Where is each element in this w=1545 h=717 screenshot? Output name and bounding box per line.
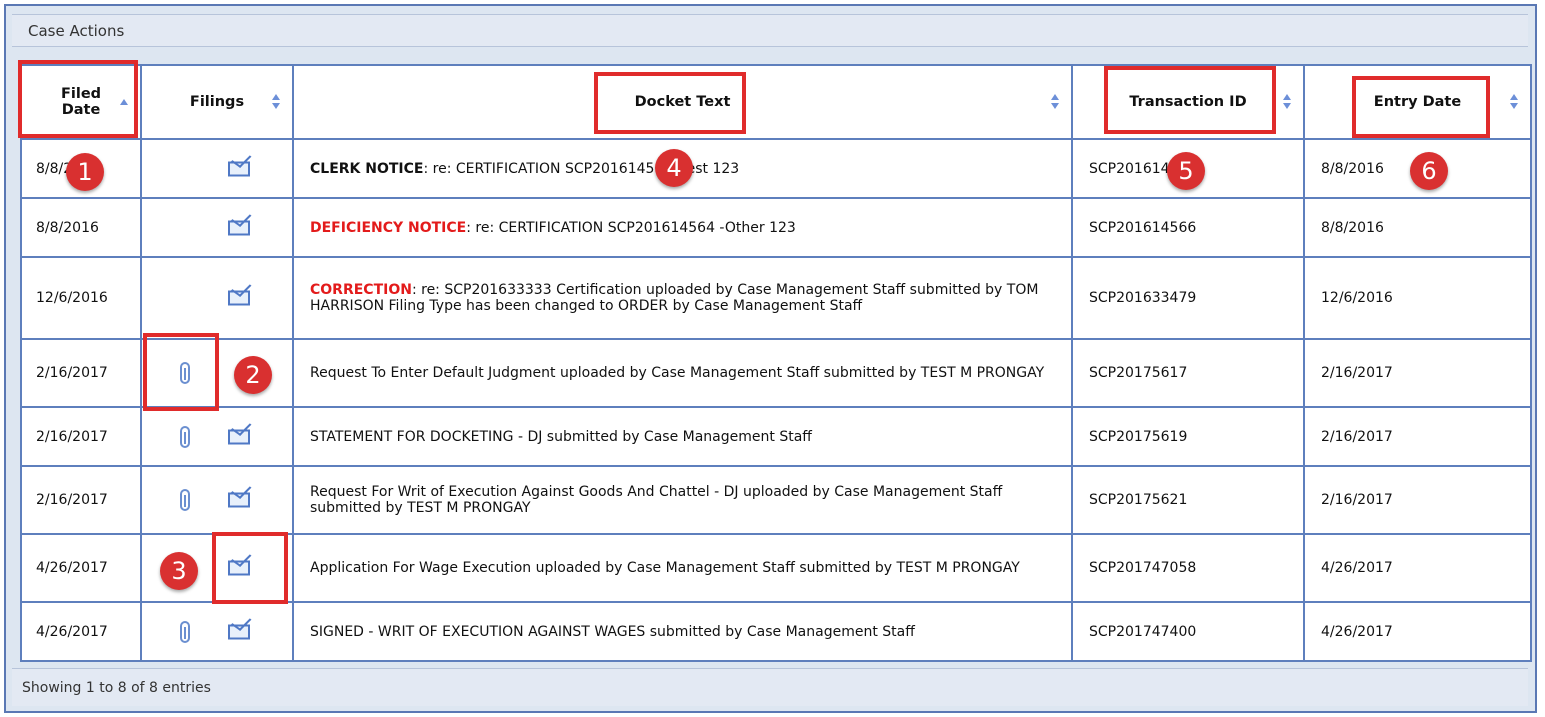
filed-date-cell: 12/6/2016 — [20, 256, 142, 340]
column-header-entry-date[interactable]: Entry Date — [1303, 64, 1532, 140]
sort-ascending-icon[interactable] — [120, 94, 128, 110]
docket-text-cell: Application For Wage Execution uploaded … — [292, 533, 1073, 603]
envelope-notice-icon[interactable] — [228, 220, 250, 235]
envelope-notice-icon[interactable] — [228, 161, 250, 176]
transaction-id-cell: SCP201747400 — [1071, 601, 1305, 662]
sort-icon[interactable] — [1051, 94, 1059, 110]
envelope-notice-icon[interactable] — [228, 492, 250, 508]
envelope-notice-icon[interactable] — [228, 560, 250, 576]
filings-cell — [140, 601, 294, 662]
paperclip-attachment-icon[interactable] — [180, 425, 190, 448]
entry-date-cell: 2/16/2017 — [1303, 338, 1532, 408]
filed-date-cell: 2/16/2017 — [20, 338, 142, 408]
column-header-filings[interactable]: Filings — [140, 64, 294, 140]
docket-notice-type: CORRECTION — [310, 282, 412, 298]
table-row: 12/6/2016 CORRECTION: re: SCP201633333 Ce… — [20, 256, 1532, 340]
table-header-row: Filed Date Filings Docket Text Transactio… — [20, 64, 1532, 140]
filings-cell — [140, 256, 294, 340]
paperclip-attachment-icon[interactable] — [180, 362, 190, 384]
docket-text-cell: Request To Enter Default Judgment upload… — [292, 338, 1073, 408]
transaction-id-cell: SCP20175619 — [1071, 406, 1305, 467]
table-row: 2/16/2017 Request For Writ of Execution A… — [20, 465, 1532, 535]
column-header-filed-date[interactable]: Filed Date — [20, 64, 142, 140]
filings-cell — [140, 465, 294, 535]
filed-date-cell: 4/26/2017 — [20, 533, 142, 603]
docket-notice-type: DEFICIENCY NOTICE — [310, 219, 467, 236]
docket-text: Application For Wage Execution uploaded … — [310, 560, 1020, 576]
entry-date-cell: 4/26/2017 — [1303, 601, 1532, 662]
docket-text: : re: CERTIFICATION SCP201614564 -Other … — [466, 219, 796, 236]
docket-text: STATEMENT FOR DOCKETING - DJ submitted b… — [310, 428, 812, 445]
sort-icon[interactable] — [272, 94, 280, 110]
transaction-id-cell: SCP201614566 — [1071, 197, 1305, 258]
entry-date-cell: 4/26/2017 — [1303, 533, 1532, 603]
callout-badge-1: 1 — [66, 153, 104, 191]
docket-text-cell: SIGNED - WRIT OF EXECUTION AGAINST WAGES… — [292, 601, 1073, 662]
entry-date-cell: 2/16/2017 — [1303, 465, 1532, 535]
filed-date-cell: 8/8/2016 — [20, 197, 142, 258]
filed-date-cell: 2/16/2017 — [20, 465, 142, 535]
paperclip-attachment-icon[interactable] — [180, 620, 190, 643]
docket-text-cell: Request For Writ of Execution Against Go… — [292, 465, 1073, 535]
table-row: 4/26/2017 Application For Wage Execution … — [20, 533, 1532, 603]
callout-badge-2: 2 — [234, 356, 272, 394]
sort-icon[interactable] — [1510, 94, 1518, 110]
filings-cell — [140, 197, 294, 258]
docket-text-cell: CORRECTION: re: SCP201633333 Certificati… — [292, 256, 1073, 340]
docket-text: SIGNED - WRIT OF EXECUTION AGAINST WAGES… — [310, 623, 915, 640]
filed-date-label: Filed Date — [60, 86, 102, 118]
callout-badge-3: 3 — [160, 552, 198, 590]
paperclip-attachment-icon[interactable] — [180, 489, 190, 511]
column-header-docket-text[interactable]: Docket Text — [292, 64, 1073, 140]
table-info: Showing 1 to 8 of 8 entries — [12, 668, 1528, 706]
docket-text: Request For Writ of Execution Against Go… — [310, 484, 1003, 516]
transaction-id-cell: SCP20175617 — [1071, 338, 1305, 408]
filings-cell — [140, 406, 294, 467]
filings-cell — [140, 138, 294, 199]
docket-notice-type: CLERK NOTICE — [310, 160, 424, 177]
envelope-notice-icon[interactable] — [228, 429, 250, 444]
filed-date-cell: 2/16/2017 — [20, 406, 142, 467]
entry-date-cell: 2/16/2017 — [1303, 406, 1532, 467]
panel-title: Case Actions — [12, 14, 1528, 47]
transaction-id-cell: SCP20175621 — [1071, 465, 1305, 535]
table-row: 8/8/2016CLERK NOTICE: re: CERTIFICATION … — [20, 138, 1532, 199]
entry-date-cell: 8/8/2016 — [1303, 197, 1532, 258]
table-row: 8/8/2016 DEFICIENCY NOTICE: re: CERTIFICA… — [20, 197, 1532, 258]
entry-date-cell: 12/6/2016 — [1303, 256, 1532, 340]
envelope-notice-icon[interactable] — [228, 290, 250, 306]
sort-icon[interactable] — [1283, 94, 1291, 110]
entry-date-label: Entry Date — [1373, 94, 1462, 110]
transaction-id-cell: SCP201747058 — [1071, 533, 1305, 603]
table-row: 2/16/2017 STATEMENT FOR DOCKETING - DJ su… — [20, 406, 1532, 467]
docket-text: Request To Enter Default Judgment upload… — [310, 365, 1045, 381]
callout-badge-4: 4 — [655, 149, 693, 187]
docket-text-label: Docket Text — [634, 94, 731, 110]
column-header-transaction-id[interactable]: Transaction ID — [1071, 64, 1305, 140]
docket-text: : re: SCP201633333 Certification uploade… — [310, 282, 1039, 314]
envelope-notice-icon[interactable] — [228, 624, 250, 639]
callout-badge-5: 5 — [1167, 152, 1205, 190]
table-row: 4/26/2017 SIGNED - WRIT OF EXECUTION AGAI… — [20, 601, 1532, 662]
transaction-id-cell: SCP201633479 — [1071, 256, 1305, 340]
callout-badge-6: 6 — [1410, 152, 1448, 190]
transaction-id-label: Transaction ID — [1129, 94, 1247, 110]
docket-text-cell: STATEMENT FOR DOCKETING - DJ submitted b… — [292, 406, 1073, 467]
filings-label: Filings — [189, 94, 245, 110]
filed-date-cell: 4/26/2017 — [20, 601, 142, 662]
docket-text-cell: DEFICIENCY NOTICE: re: CERTIFICATION SCP… — [292, 197, 1073, 258]
